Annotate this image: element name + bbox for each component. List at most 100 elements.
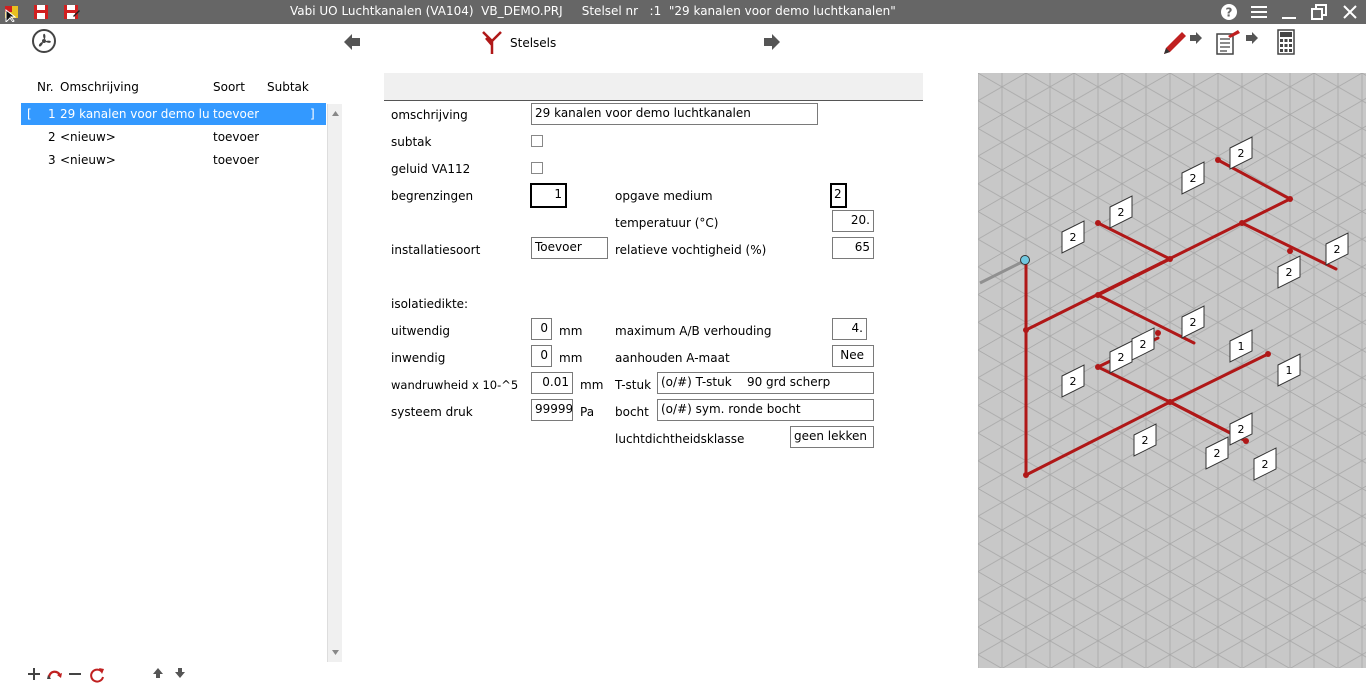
close-icon[interactable] (1340, 2, 1360, 22)
source-node[interactable] (1020, 255, 1030, 265)
wandruwheid-field[interactable]: 0.01 (531, 372, 573, 394)
opgave-medium-label: opgave medium (615, 189, 713, 203)
tstuk-field[interactable]: (o/#) T-stuk 90 grd scherp (657, 372, 874, 394)
temperatuur-field[interactable]: 20. (832, 210, 874, 232)
duct-tag-label: 2 (1262, 458, 1269, 471)
duct-node[interactable] (1095, 220, 1101, 226)
duct-node[interactable] (1167, 256, 1173, 262)
duct-node[interactable] (1239, 220, 1245, 226)
restore-icon[interactable] (1309, 2, 1329, 22)
header-omschrijving[interactable]: Omschrijving (60, 80, 139, 94)
row-nr: 1 (48, 107, 56, 121)
list-row-1[interactable]: [ 1 29 kanalen voor demo lucht toevoer ] (21, 103, 326, 125)
duct-node[interactable] (1155, 330, 1161, 336)
begrenzingen-label: begrenzingen (391, 189, 474, 203)
duct-node[interactable] (1023, 472, 1029, 478)
duct-node[interactable] (1243, 438, 1249, 444)
duct-tag-label: 2 (1214, 447, 1221, 460)
duct-node[interactable] (1095, 292, 1101, 298)
duct-node[interactable] (1095, 364, 1101, 370)
uitwendig-field[interactable]: 0 (531, 318, 552, 340)
systeem-druk-label: systeem druk (391, 405, 473, 419)
geluid-checkbox[interactable] (531, 162, 543, 174)
systeem-druk-field[interactable]: 99999 (531, 399, 573, 421)
duct-node[interactable] (1215, 157, 1221, 163)
app-icon[interactable] (2, 2, 22, 24)
row-nr: 3 (48, 153, 56, 167)
duct-node[interactable] (1287, 248, 1293, 254)
row-soort: toevoer (213, 130, 260, 144)
form-header (384, 73, 923, 101)
begrenzingen-field[interactable]: 1 (530, 183, 567, 208)
bocht-field[interactable]: (o/#) sym. ronde bocht (657, 399, 874, 421)
move-down-icon[interactable] (173, 666, 187, 683)
remove-icon[interactable] (67, 666, 83, 685)
stelsels-icon[interactable] (480, 29, 504, 55)
menu-icon[interactable] (1249, 2, 1269, 22)
subtak-checkbox[interactable] (531, 135, 543, 147)
undo-icon[interactable] (46, 666, 64, 685)
omschrijving-field[interactable]: 29 kanalen voor demo luchtkanalen (531, 103, 818, 125)
header-nr[interactable]: Nr. (37, 80, 54, 94)
calculator-icon[interactable] (1276, 28, 1296, 56)
window-title: Vabi UO Luchtkanalen (VA104) VB_DEMO.PRJ… (290, 4, 896, 18)
refresh-icon[interactable] (88, 666, 106, 687)
duct-node[interactable] (1023, 327, 1029, 333)
duct-node[interactable] (1265, 351, 1271, 357)
row-open-bracket: [ (27, 107, 32, 121)
duct-tag-label: 2 (1238, 423, 1245, 436)
list-row-2[interactable]: 2 <nieuw> toevoer (21, 126, 326, 148)
duct-tag-label: 1 (1286, 364, 1293, 377)
max-ab-field[interactable]: 4. (832, 318, 867, 340)
duct-tag-label: 2 (1142, 434, 1149, 447)
duct-tag-label: 2 (1118, 206, 1125, 219)
move-up-icon[interactable] (151, 666, 165, 683)
header-soort[interactable]: Soort (213, 80, 245, 94)
omschrijving-label: omschrijving (391, 108, 468, 122)
row-omschrijving: 29 kanalen voor demo lucht (60, 107, 210, 121)
vochtigheid-field[interactable]: 65 (832, 237, 874, 259)
row-close-bracket: ] (310, 107, 315, 121)
pencil-icon[interactable] (1160, 28, 1188, 56)
row-soort: toevoer (213, 153, 260, 167)
opgave-medium-field[interactable]: 2 (830, 183, 847, 208)
save-as-icon[interactable] (61, 2, 81, 22)
tstuk-label: T-stuk (615, 378, 652, 392)
report-icon[interactable] (1214, 28, 1242, 56)
duct-diagram[interactable]: 2 2 2 2 2 2 2 2 2 2 2 2 1 1 2 2 (978, 73, 1366, 668)
uitwendig-unit: mm (559, 324, 583, 338)
duct-node[interactable] (1167, 399, 1173, 405)
duct-tag-label: 2 (1070, 231, 1077, 244)
minimize-icon[interactable] (1279, 2, 1299, 22)
list-row-3[interactable]: 3 <nieuw> toevoer (21, 149, 326, 171)
save-icon[interactable] (31, 2, 51, 22)
systeem-druk-unit: Pa (580, 405, 595, 419)
title-bar: Vabi UO Luchtkanalen (VA104) VB_DEMO.PRJ… (0, 0, 1366, 24)
row-soort: toevoer (213, 107, 260, 121)
add-icon[interactable] (26, 666, 42, 685)
fan-icon[interactable] (31, 28, 57, 54)
temperatuur-label: temperatuur (°C) (615, 216, 719, 230)
duct-tag-label: 1 (1238, 340, 1245, 353)
duct-tag-label: 2 (1190, 172, 1197, 185)
uitwendig-label: uitwendig (391, 324, 451, 338)
duct-diagram-canvas[interactable]: 2 2 2 2 2 2 2 2 2 2 2 2 1 1 2 2 (978, 73, 1366, 668)
help-icon[interactable]: ? (1219, 2, 1239, 22)
aanhouden-label: aanhouden A-maat (615, 351, 730, 365)
header-subtak[interactable]: Subtak (267, 80, 309, 94)
report-arrow-icon[interactable] (1244, 30, 1260, 46)
installatiesoort-field[interactable]: Toevoer (531, 237, 608, 259)
duct-tag-label: 2 (1190, 316, 1197, 329)
duct-node[interactable] (1287, 196, 1293, 202)
stelsels-label[interactable]: Stelsels (510, 36, 556, 50)
duct-tag-label: 2 (1286, 266, 1293, 279)
arrow-right-icon[interactable] (762, 32, 782, 52)
pencil-arrow-icon[interactable] (1188, 30, 1204, 46)
inwendig-field[interactable]: 0 (531, 345, 552, 367)
list-scrollbar[interactable] (327, 104, 342, 662)
arrow-left-icon[interactable] (342, 32, 362, 52)
iso-grid (978, 73, 1366, 668)
row-omschrijving: <nieuw> (60, 130, 116, 144)
aanhouden-field[interactable]: Nee (832, 345, 874, 367)
luchtdicht-field[interactable]: geen lekken (790, 426, 874, 448)
